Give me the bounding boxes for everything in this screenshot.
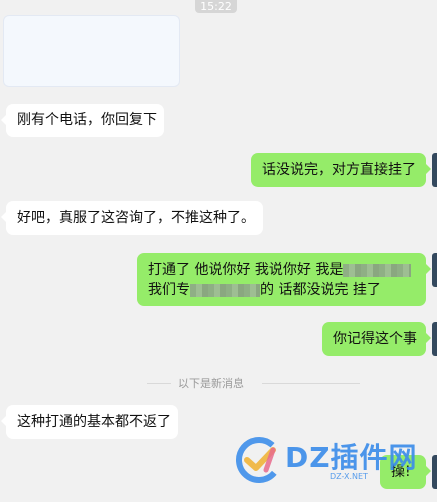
redaction-block xyxy=(343,263,412,277)
watermark-url: DZ-X.NET xyxy=(330,472,368,481)
message-text: 我们专 xyxy=(148,282,190,298)
message-text: 的 话都没说完 挂了 xyxy=(260,282,381,298)
timestamp: 15:22 xyxy=(195,0,237,13)
new-messages-divider: 以下是新消息 xyxy=(178,377,244,390)
message-line: 打通了 他说你好 我说你好 我是 xyxy=(148,260,415,280)
message-text: 这种打通的基本都不返了 xyxy=(17,414,171,430)
message-text: 你记得这个事 xyxy=(333,331,417,347)
message-outgoing[interactable]: 你记得这个事 xyxy=(322,322,431,356)
dz-logo-icon xyxy=(236,437,282,483)
order-card-fields xyxy=(11,31,172,43)
self-avatar[interactable] xyxy=(432,253,437,287)
message-text: 好吧，真服了这咨询了，不推这种了。 xyxy=(17,210,255,226)
message-outgoing[interactable]: 话没说完，对方直接挂了 xyxy=(251,153,431,187)
message-incoming[interactable]: 刚有个电话，你回复下 xyxy=(1,104,164,137)
order-card[interactable] xyxy=(3,15,180,87)
message-incoming[interactable]: 好吧，真服了这咨询了，不推这种了。 xyxy=(1,201,263,235)
watermark: DZ插件网 DZ-X.NET xyxy=(233,432,417,492)
watermark-brand: DZ插件网 xyxy=(285,441,418,474)
redaction-block xyxy=(190,283,260,297)
message-incoming[interactable]: 这种打通的基本都不返了 xyxy=(1,405,178,439)
self-avatar[interactable] xyxy=(432,153,437,187)
self-avatar[interactable] xyxy=(432,455,437,489)
divider-line xyxy=(262,383,360,384)
message-text: 打通了 他说你好 我说你好 我是 xyxy=(148,262,344,278)
message-text: 话没说完，对方直接挂了 xyxy=(262,162,416,178)
self-avatar[interactable] xyxy=(432,322,437,356)
message-text: 刚有个电话，你回复下 xyxy=(17,112,157,128)
divider-line xyxy=(147,383,171,384)
message-line: 我们专 的 话都没说完 挂了 xyxy=(148,280,415,300)
message-outgoing[interactable]: 打通了 他说你好 我说你好 我是 我们专 的 话都没说完 挂了 xyxy=(137,253,431,306)
